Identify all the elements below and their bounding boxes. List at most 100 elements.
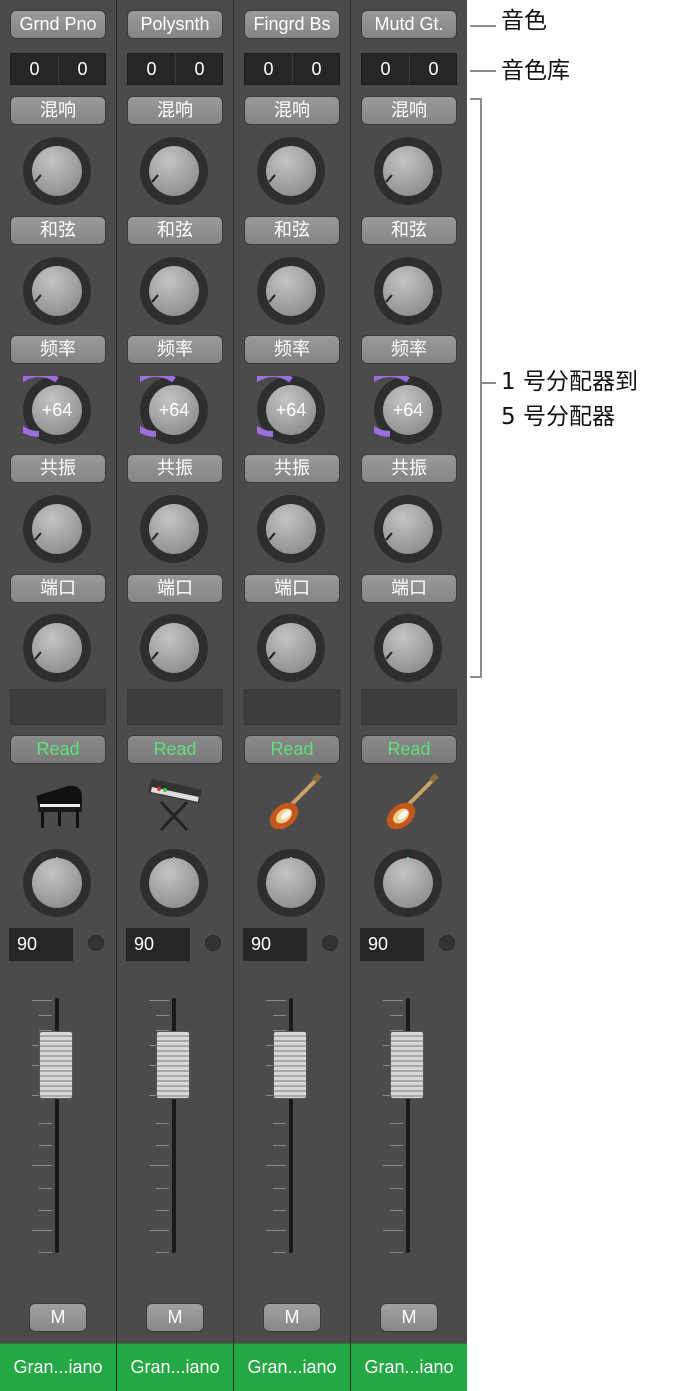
automation-mode-button[interactable]: Read — [10, 735, 106, 764]
smart-control-knob[interactable] — [257, 614, 325, 682]
smart-control-label[interactable]: 频率 — [361, 335, 457, 364]
automation-mode-button[interactable]: Read — [244, 735, 340, 764]
smart-control-label[interactable]: 和弦 — [244, 216, 340, 245]
volume-fader-handle[interactable] — [390, 1031, 424, 1099]
fader-scale-tick — [390, 1123, 403, 1124]
volume-fader-handle[interactable] — [273, 1031, 307, 1099]
smart-control-knob[interactable]: +64 — [257, 376, 325, 444]
knob-cap — [32, 623, 82, 673]
mute-button[interactable]: M — [263, 1303, 321, 1332]
pan-knob[interactable] — [257, 849, 325, 917]
smart-control-label[interactable]: 混响 — [244, 96, 340, 125]
smart-control-knob[interactable] — [257, 137, 325, 205]
knob-value: +64 — [158, 400, 190, 420]
bank-msb-value[interactable]: 0 — [245, 54, 292, 84]
knob-cap — [266, 266, 316, 316]
bank-lsb-value[interactable]: 0 — [59, 54, 106, 84]
track-name[interactable]: Gran...iano — [117, 1343, 233, 1391]
smart-control-knob[interactable] — [257, 495, 325, 563]
smart-control-knob[interactable] — [23, 257, 91, 325]
volume-value[interactable]: 90 — [360, 928, 424, 961]
smart-control-label[interactable]: 端口 — [127, 574, 223, 603]
smart-control-label[interactable]: 混响 — [10, 96, 106, 125]
pan-knob[interactable] — [23, 849, 91, 917]
smart-control-knob[interactable] — [23, 495, 91, 563]
volume-value[interactable]: 90 — [9, 928, 73, 961]
patch-button[interactable]: Polysnth — [127, 10, 223, 39]
patch-button[interactable]: Grnd Pno — [10, 10, 106, 39]
smart-control-knob[interactable]: +64 — [374, 376, 442, 444]
smart-control-knob[interactable] — [140, 495, 208, 563]
smart-control-knob[interactable] — [374, 614, 442, 682]
smart-control-label[interactable]: 频率 — [10, 335, 106, 364]
smart-control-knob[interactable] — [140, 137, 208, 205]
patch-button[interactable]: Fingrd Bs — [244, 10, 340, 39]
smart-control-label[interactable]: 和弦 — [127, 216, 223, 245]
fader-scale-tick — [390, 1210, 403, 1211]
smart-control-label[interactable]: 共振 — [361, 454, 457, 483]
insert-slot[interactable] — [10, 689, 106, 725]
bank-msb-value[interactable]: 0 — [128, 54, 175, 84]
smart-control-label[interactable]: 混响 — [361, 96, 457, 125]
insert-slot[interactable] — [361, 689, 457, 725]
fader-scale-tick — [383, 1000, 403, 1001]
smart-control-knob[interactable] — [23, 614, 91, 682]
smart-control-label[interactable]: 共振 — [127, 454, 223, 483]
smart-control-label[interactable]: 频率 — [244, 335, 340, 364]
smart-control-knob[interactable] — [374, 495, 442, 563]
bank-display[interactable]: 0 0 — [10, 53, 106, 85]
smart-control-knob[interactable] — [23, 137, 91, 205]
knob-cap — [266, 623, 316, 673]
smart-control-knob[interactable]: +64 — [23, 376, 91, 444]
smart-control-knob[interactable] — [140, 257, 208, 325]
smart-control-label[interactable]: 端口 — [10, 574, 106, 603]
smart-control-knob[interactable]: +64 — [140, 376, 208, 444]
smart-control-knob[interactable] — [374, 137, 442, 205]
patch-button[interactable]: Mutd Gt. — [361, 10, 457, 39]
fader-scale-tick — [273, 1123, 286, 1124]
track-name[interactable]: Gran...iano — [0, 1343, 116, 1391]
bank-msb-value[interactable]: 0 — [11, 54, 58, 84]
automation-mode-button[interactable]: Read — [361, 735, 457, 764]
knob-cap — [266, 146, 316, 196]
fader-scale-tick — [383, 1230, 403, 1231]
bank-lsb-value[interactable]: 0 — [293, 54, 340, 84]
pan-knob[interactable] — [374, 849, 442, 917]
smart-control-label[interactable]: 端口 — [244, 574, 340, 603]
volume-fader-handle[interactable] — [39, 1031, 73, 1099]
volume-value[interactable]: 90 — [243, 928, 307, 961]
automation-mode-button[interactable]: Read — [127, 735, 223, 764]
mute-button[interactable]: M — [29, 1303, 87, 1332]
mute-button[interactable]: M — [380, 1303, 438, 1332]
bank-lsb-value[interactable]: 0 — [410, 54, 457, 84]
insert-slot[interactable] — [127, 689, 223, 725]
volume-fader-handle[interactable] — [156, 1031, 190, 1099]
knob-cap — [149, 858, 199, 908]
smart-control-knob[interactable] — [374, 257, 442, 325]
volume-value[interactable]: 90 — [126, 928, 190, 961]
bank-msb-value[interactable]: 0 — [362, 54, 409, 84]
smart-control-label[interactable]: 共振 — [10, 454, 106, 483]
bank-display[interactable]: 0 0 — [361, 53, 457, 85]
pan-knob[interactable] — [140, 849, 208, 917]
smart-control-label[interactable]: 端口 — [361, 574, 457, 603]
bank-display[interactable]: 0 0 — [127, 53, 223, 85]
track-name[interactable]: Gran...iano — [234, 1343, 350, 1391]
fader-scale-tick — [390, 1188, 403, 1189]
mute-button[interactable]: M — [146, 1303, 204, 1332]
smart-control-knob[interactable] — [140, 614, 208, 682]
smart-control-knob[interactable] — [257, 257, 325, 325]
smart-control-label[interactable]: 和弦 — [10, 216, 106, 245]
insert-slot[interactable] — [244, 689, 340, 725]
fader-scale-tick — [273, 1252, 286, 1253]
fader-scale-tick — [156, 1188, 169, 1189]
track-name[interactable]: Gran...iano — [351, 1343, 467, 1391]
smart-control-label[interactable]: 频率 — [127, 335, 223, 364]
smart-control-label[interactable]: 共振 — [244, 454, 340, 483]
bank-lsb-value[interactable]: 0 — [176, 54, 223, 84]
smart-control-label[interactable]: 和弦 — [361, 216, 457, 245]
smart-control-label[interactable]: 混响 — [127, 96, 223, 125]
peak-led — [322, 935, 338, 951]
fader-scale-tick — [39, 1210, 52, 1211]
bank-display[interactable]: 0 0 — [244, 53, 340, 85]
